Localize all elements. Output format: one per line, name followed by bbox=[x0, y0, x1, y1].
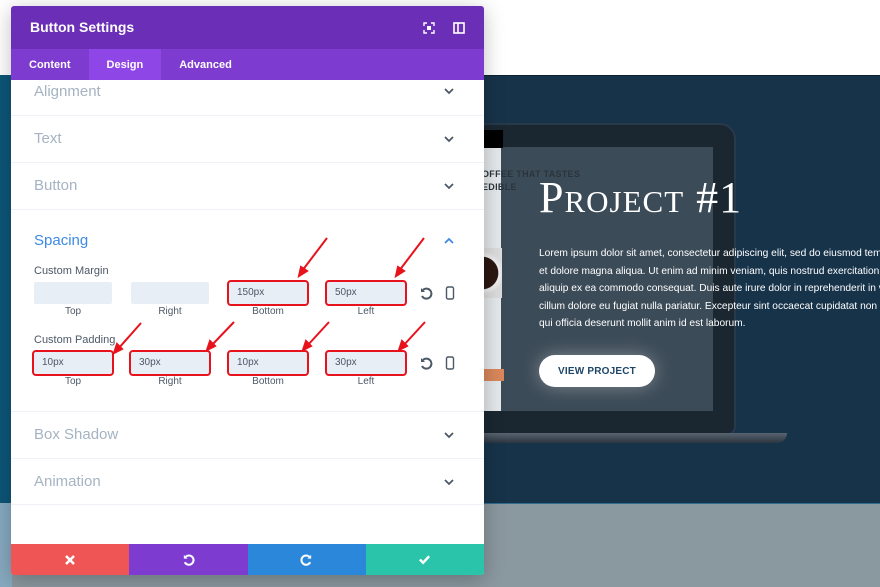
redo-button[interactable] bbox=[247, 544, 366, 575]
modal-body: Alignment Text Button Spacing Custom Mar… bbox=[11, 80, 484, 544]
section-alignment[interactable]: Alignment bbox=[11, 80, 484, 116]
tab-content[interactable]: Content bbox=[11, 49, 89, 80]
padding-right-caption: Right bbox=[158, 376, 182, 387]
margin-right-caption: Right bbox=[158, 306, 182, 317]
split-view-icon[interactable] bbox=[453, 21, 465, 34]
margin-bottom-caption: Bottom bbox=[252, 306, 284, 317]
section-spacing: Spacing Custom Margin 150px 50px Top Rig… bbox=[11, 210, 484, 412]
section-animation[interactable]: Animation bbox=[11, 459, 484, 505]
margin-top-caption: Top bbox=[64, 306, 82, 317]
section-label: Alignment bbox=[34, 83, 101, 100]
checkmark-icon bbox=[419, 555, 431, 565]
description-line: Lorem ipsum dolor sit amet, consectetur … bbox=[539, 248, 880, 259]
padding-top-input[interactable]: 10px bbox=[32, 350, 114, 376]
chevron-down-icon[interactable] bbox=[443, 85, 455, 97]
description-line: et dolore magna aliqua. Ut enim ad minim… bbox=[539, 265, 880, 277]
padding-bottom-input[interactable]: 10px bbox=[227, 350, 309, 376]
section-button[interactable]: Button bbox=[11, 163, 484, 210]
description-line: qui officia deserunt mollit anim id est … bbox=[539, 318, 746, 330]
section-label: Button bbox=[34, 177, 78, 194]
section-box-shadow[interactable]: Box Shadow bbox=[11, 412, 484, 459]
margin-bottom-input[interactable]: 150px bbox=[227, 280, 309, 306]
project-description: Lorem ipsum dolor sit amet, consectetur … bbox=[539, 245, 880, 333]
cancel-button[interactable] bbox=[11, 544, 130, 575]
padding-left-input[interactable]: 30px bbox=[325, 350, 407, 376]
padding-top-caption: Top bbox=[64, 376, 82, 387]
mockup-tag bbox=[482, 369, 504, 381]
undo-icon bbox=[183, 554, 195, 566]
modal-title: Button Settings bbox=[30, 19, 135, 35]
reset-icon[interactable] bbox=[419, 356, 433, 370]
responsive-phone-icon[interactable] bbox=[443, 286, 457, 300]
margin-left-caption: Left bbox=[357, 306, 375, 317]
custom-padding-label: Custom Padding bbox=[34, 334, 116, 346]
modal-footer bbox=[11, 544, 484, 575]
chevron-down-icon[interactable] bbox=[443, 180, 455, 192]
section-label: Box Shadow bbox=[34, 426, 119, 443]
project-title: Project #1 bbox=[539, 173, 743, 222]
section-text[interactable]: Text bbox=[11, 116, 484, 163]
chevron-up-icon[interactable] bbox=[443, 235, 455, 247]
page: OFFEE THAT TASTES EDIBLE Project #1 Lore… bbox=[0, 0, 880, 587]
reset-icon[interactable] bbox=[419, 286, 433, 300]
modal-tabs: Content Design Advanced bbox=[11, 49, 484, 80]
tab-advanced[interactable]: Advanced bbox=[161, 49, 250, 80]
view-project-button[interactable]: VIEW PROJECT bbox=[539, 355, 655, 387]
custom-margin-label: Custom Margin bbox=[34, 265, 109, 277]
padding-bottom-caption: Bottom bbox=[252, 376, 284, 387]
fullscreen-icon[interactable] bbox=[423, 21, 435, 34]
chevron-down-icon[interactable] bbox=[443, 429, 455, 441]
margin-top-input[interactable] bbox=[34, 282, 112, 304]
save-button[interactable] bbox=[365, 544, 484, 575]
redo-icon bbox=[300, 554, 312, 566]
undo-button[interactable] bbox=[129, 544, 248, 575]
section-label: Text bbox=[34, 130, 62, 147]
chevron-down-icon[interactable] bbox=[443, 133, 455, 145]
button-settings-modal: Button Settings Content Design Advanced … bbox=[11, 6, 484, 575]
modal-header: Button Settings bbox=[11, 6, 484, 49]
margin-left-input[interactable]: 50px bbox=[325, 280, 407, 306]
coffee-cup-image bbox=[482, 248, 502, 298]
responsive-phone-icon[interactable] bbox=[443, 356, 457, 370]
laptop-base bbox=[479, 433, 787, 443]
tab-design[interactable]: Design bbox=[88, 49, 162, 80]
chevron-down-icon[interactable] bbox=[443, 476, 455, 488]
close-icon bbox=[65, 554, 76, 565]
description-line: aliquip ex ea commodo consequat. Duis au… bbox=[539, 283, 880, 295]
padding-right-input[interactable]: 30px bbox=[129, 350, 211, 376]
padding-left-caption: Left bbox=[357, 376, 375, 387]
margin-right-input[interactable] bbox=[131, 282, 209, 304]
description-line: cillum dolore eu fugiat nulla pariatur. … bbox=[539, 300, 880, 312]
section-label: Animation bbox=[34, 473, 101, 490]
section-label[interactable]: Spacing bbox=[34, 232, 88, 249]
laptop-site-header bbox=[481, 130, 503, 148]
